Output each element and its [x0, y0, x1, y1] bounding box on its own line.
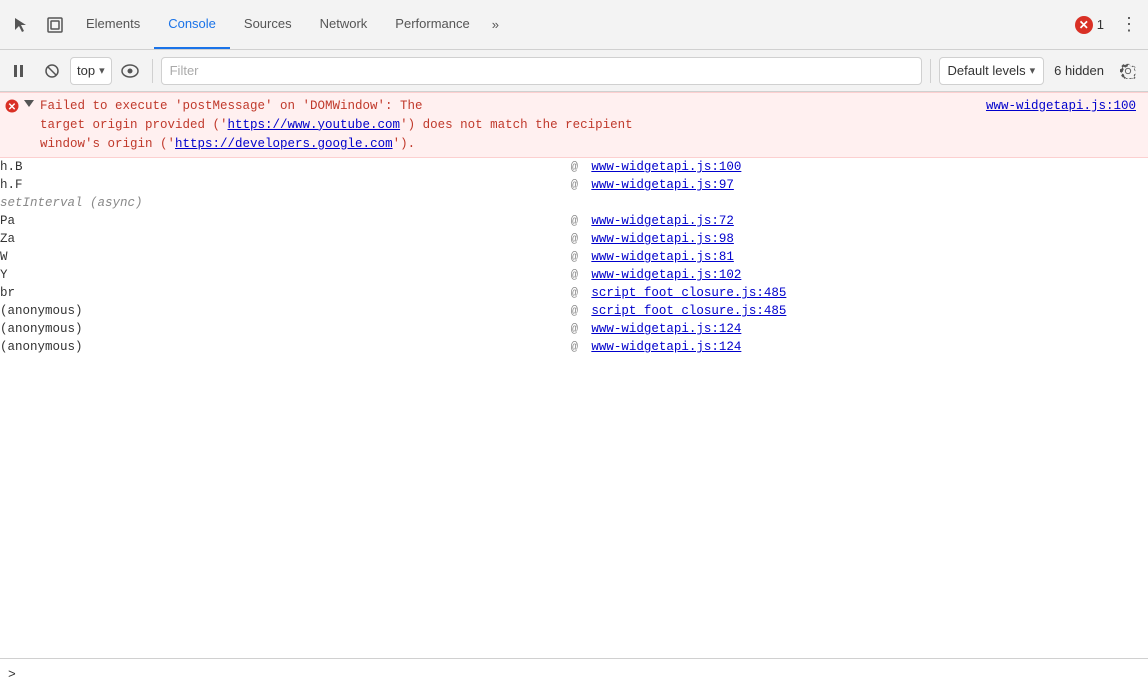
kebab-menu-button[interactable]: ⋮ [1114, 10, 1144, 40]
stack-fn-Y: Y [0, 266, 571, 284]
stack-link-Y[interactable]: www-widgetapi.js:102 [591, 268, 741, 282]
settings-button[interactable] [1114, 57, 1142, 85]
stack-fn-W: W [0, 248, 571, 266]
filter-input[interactable] [161, 57, 922, 85]
tab-elements[interactable]: Elements [72, 0, 154, 49]
stack-fn-Za: Za [0, 230, 571, 248]
second-toolbar: top ▾ Default levels ▾ 6 hidden [0, 50, 1148, 92]
stack-link-Pa[interactable]: www-widgetapi.js:72 [591, 214, 734, 228]
error-source-file: www-widgetapi.js:100 [986, 97, 1148, 113]
context-chevron-icon: ▾ [99, 64, 105, 77]
prompt-symbol: > [8, 667, 16, 682]
stack-link-anon3[interactable]: www-widgetapi.js:124 [591, 340, 741, 354]
stack-fn-br: br [0, 284, 571, 302]
stack-fn-anon1: (anonymous) [0, 302, 571, 320]
tab-sources[interactable]: Sources [230, 0, 306, 49]
cursor-icon-btn[interactable] [4, 8, 38, 42]
error-circle-icon: ✕ [1075, 16, 1093, 34]
stack-frame-hB: h.B @ www-widgetapi.js:100 [0, 158, 1148, 176]
stack-async-label: setInterval (async) [0, 194, 1148, 212]
error-source-link[interactable]: www-widgetapi.js:100 [986, 99, 1136, 113]
error-icon-col: ✕ [0, 97, 24, 113]
tab-network[interactable]: Network [306, 0, 382, 49]
svg-text:✕: ✕ [8, 102, 16, 113]
error-icon: ✕ [5, 99, 19, 113]
toolbar-divider [152, 59, 153, 83]
more-tabs-button[interactable]: » [484, 0, 507, 49]
levels-dropdown[interactable]: Default levels ▾ [939, 57, 1045, 85]
stack-fn-hB: h.B [0, 158, 571, 176]
eye-button[interactable] [116, 57, 144, 85]
error-message-row: ✕ Failed to execute 'postMessage' on 'DO… [0, 92, 1148, 158]
google-url-link[interactable]: https://developers.google.com [175, 137, 393, 151]
error-toggle[interactable] [24, 97, 40, 107]
stack-frame-anon2: (anonymous) @ www-widgetapi.js:124 [0, 320, 1148, 338]
stack-link-Za[interactable]: www-widgetapi.js:98 [591, 232, 734, 246]
stack-frame-hF: h.F @ www-widgetapi.js:97 [0, 176, 1148, 194]
tab-list: Elements Console Sources Network Perform… [72, 0, 1061, 49]
tab-performance[interactable]: Performance [381, 0, 483, 49]
play-button[interactable] [6, 57, 34, 85]
stack-frame-setinterval: setInterval (async) [0, 194, 1148, 212]
console-input-row: > [0, 658, 1148, 690]
context-select[interactable]: top ▾ [70, 57, 112, 85]
levels-chevron-icon: ▾ [1030, 64, 1036, 77]
stack-trace-table: h.B @ www-widgetapi.js:100 h.F @ www-wid… [0, 158, 1148, 356]
stack-frame-anon3: (anonymous) @ www-widgetapi.js:124 [0, 338, 1148, 356]
stack-link-hB[interactable]: www-widgetapi.js:100 [591, 160, 741, 174]
stack-link-br[interactable]: script_foot_closure.js:485 [591, 286, 786, 300]
hidden-count-label: 6 hidden [1048, 63, 1110, 78]
error-badge[interactable]: ✕ 1 [1069, 16, 1110, 34]
stack-fn-anon3: (anonymous) [0, 338, 571, 356]
stack-link-anon2[interactable]: www-widgetapi.js:124 [591, 322, 741, 336]
stack-frame-Y: Y @ www-widgetapi.js:102 [0, 266, 1148, 284]
stack-frame-anon1: (anonymous) @ script_foot_closure.js:485 [0, 302, 1148, 320]
stack-fn-hF: h.F [0, 176, 571, 194]
block-button[interactable] [38, 57, 66, 85]
error-message-text: Failed to execute 'postMessage' on 'DOMW… [40, 97, 986, 153]
youtube-url-link[interactable]: https://www.youtube.com [228, 118, 401, 132]
stack-fn-anon2: (anonymous) [0, 320, 571, 338]
inspect-icon-btn[interactable] [38, 8, 72, 42]
console-content: ✕ Failed to execute 'postMessage' on 'DO… [0, 92, 1148, 658]
top-toolbar: Elements Console Sources Network Perform… [0, 0, 1148, 50]
stack-link-hF[interactable]: www-widgetapi.js:97 [591, 178, 734, 192]
stack-link-W[interactable]: www-widgetapi.js:81 [591, 250, 734, 264]
stack-frame-W: W @ www-widgetapi.js:81 [0, 248, 1148, 266]
stack-frame-Za: Za @ www-widgetapi.js:98 [0, 230, 1148, 248]
stack-link-anon1[interactable]: script_foot_closure.js:485 [591, 304, 786, 318]
stack-frame-Pa: Pa @ www-widgetapi.js:72 [0, 212, 1148, 230]
tab-console[interactable]: Console [154, 0, 230, 49]
toolbar-divider2 [930, 59, 931, 83]
stack-fn-Pa: Pa [0, 212, 571, 230]
expand-triangle-icon[interactable] [24, 100, 34, 107]
stack-frame-br: br @ script_foot_closure.js:485 [0, 284, 1148, 302]
console-input[interactable] [24, 667, 1140, 682]
